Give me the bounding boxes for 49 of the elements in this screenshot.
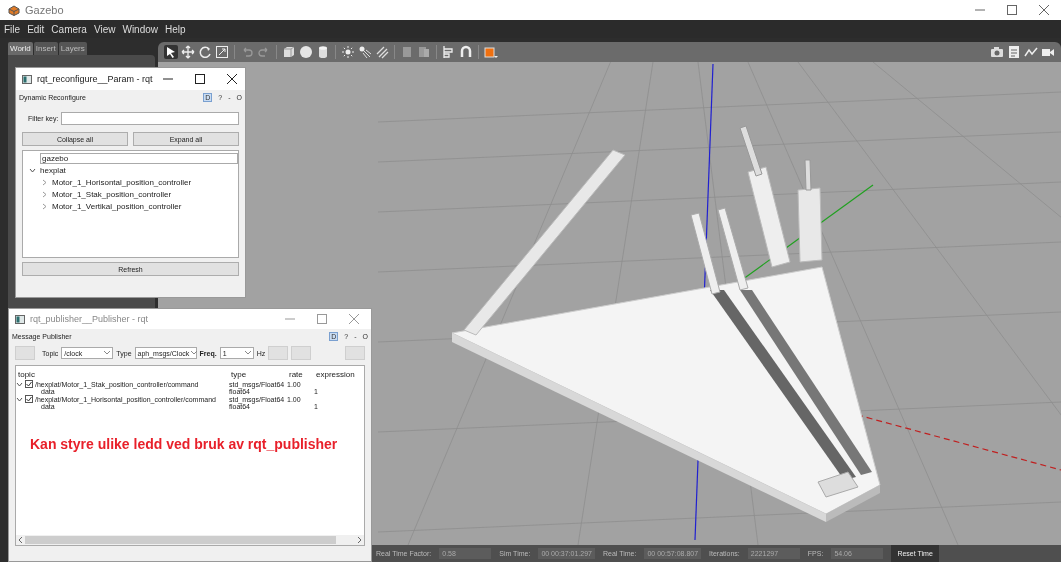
window-icon xyxy=(15,314,25,324)
scroll-left-icon[interactable] xyxy=(18,537,23,543)
app-title: Gazebo xyxy=(25,4,64,16)
menu-item[interactable]: View xyxy=(93,23,116,35)
select-arrow-icon[interactable] xyxy=(164,45,178,59)
check-icon xyxy=(26,381,32,387)
gazebo-logo-icon xyxy=(8,4,20,16)
magnet-icon[interactable] xyxy=(459,45,473,59)
close-icon[interactable] xyxy=(226,74,237,84)
window-title: rqt_reconfigure__Param - rqt xyxy=(37,74,153,84)
sphere-icon[interactable] xyxy=(299,45,313,59)
rotate-icon[interactable] xyxy=(198,45,212,59)
menu-item[interactable]: File xyxy=(4,23,21,35)
menu-item[interactable]: Edit xyxy=(27,23,45,35)
camera-icon[interactable] xyxy=(990,45,1004,59)
tree-item[interactable]: Motor_1_Vertikal_position_controller xyxy=(39,201,184,211)
scroll-right-icon[interactable] xyxy=(357,537,362,543)
caret-icon xyxy=(191,351,198,355)
menu-item[interactable]: Help xyxy=(165,23,186,35)
check-icon xyxy=(26,396,32,402)
filter-field[interactable] xyxy=(61,112,239,125)
cylinder-icon[interactable] xyxy=(316,45,330,59)
panel-tab[interactable]: World xyxy=(8,42,33,55)
panel-tab[interactable]: Layers xyxy=(58,42,87,55)
maximize-icon[interactable] xyxy=(194,74,205,84)
menu-item[interactable]: Camera xyxy=(51,23,87,35)
caret-icon xyxy=(104,351,111,355)
panel-tab[interactable]: Insert xyxy=(33,42,58,55)
log-icon[interactable] xyxy=(1007,45,1021,59)
annotation-text: Kan styre ulike ledd ved bruk av rqt_publisher xyxy=(29,435,339,452)
scale-icon[interactable] xyxy=(215,45,229,59)
spotlight-icon[interactable] xyxy=(358,45,372,59)
tree-item[interactable]: gazebo xyxy=(40,152,238,164)
align-icon[interactable] xyxy=(442,45,456,59)
window-icon xyxy=(22,74,32,84)
box-icon[interactable] xyxy=(282,45,296,59)
tree-item[interactable]: Motor_1_Stak_position_controller xyxy=(39,189,174,199)
view-angle-icon[interactable] xyxy=(484,45,498,59)
paste-icon[interactable] xyxy=(417,45,431,59)
sun-icon[interactable] xyxy=(341,45,355,59)
directional-light-icon[interactable] xyxy=(375,45,389,59)
window-title: rqt_publisher__Publisher - rqt xyxy=(30,314,149,324)
tree-item[interactable]: Motor_1_Horisontal_position_controller xyxy=(39,177,194,187)
menu-item[interactable]: Window xyxy=(122,23,158,35)
move-icon[interactable] xyxy=(181,45,195,59)
plot-icon[interactable] xyxy=(1024,45,1038,59)
tree-item[interactable]: hexplat xyxy=(27,165,68,175)
chevron-down-icon[interactable] xyxy=(29,166,36,174)
caret-icon xyxy=(244,351,251,355)
